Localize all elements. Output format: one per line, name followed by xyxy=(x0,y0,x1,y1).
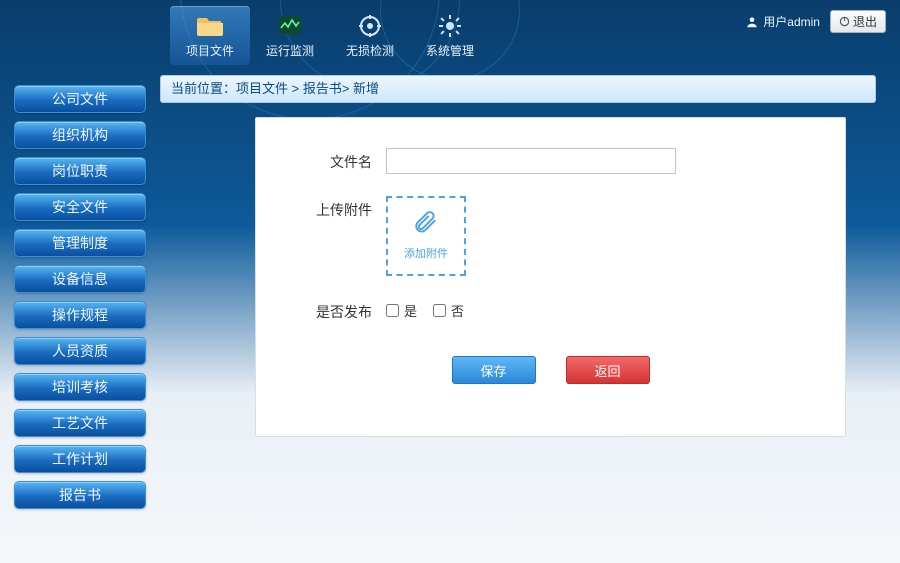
sidebar-item-company-files[interactable]: 公司文件 xyxy=(14,85,146,113)
user-label: 用户admin xyxy=(745,13,820,30)
sidebar-item-process-files[interactable]: 工艺文件 xyxy=(14,409,146,437)
back-button[interactable]: 返回 xyxy=(566,356,650,384)
top-nav-system-manage[interactable]: 系统管理 xyxy=(410,6,490,65)
top-nav-project-files[interactable]: 项目文件 xyxy=(170,6,250,65)
sidebar-item-management-rules[interactable]: 管理制度 xyxy=(14,229,146,257)
top-nav-label: 系统管理 xyxy=(426,42,474,59)
publish-no-option[interactable]: 否 xyxy=(433,301,464,320)
sidebar-item-report[interactable]: 报告书 xyxy=(14,481,146,509)
publish-label: 是否发布 xyxy=(296,298,386,322)
top-nav-label: 无损检测 xyxy=(346,42,394,59)
upload-label: 上传附件 xyxy=(296,196,386,220)
sidebar-item-safety-files[interactable]: 安全文件 xyxy=(14,193,146,221)
top-nav-label: 运行监测 xyxy=(266,42,314,59)
sidebar-item-job-duties[interactable]: 岗位职责 xyxy=(14,157,146,185)
upload-attachment-box[interactable]: 添加附件 xyxy=(386,196,466,276)
sidebar-item-equipment-info[interactable]: 设备信息 xyxy=(14,265,146,293)
top-nav: 项目文件 运行监测 无损检测 系统管理 xyxy=(170,6,490,65)
folder-icon xyxy=(196,14,224,38)
user-icon xyxy=(745,15,759,29)
sidebar: 公司文件 组织机构 岗位职责 安全文件 管理制度 设备信息 操作规程 人员资质 … xyxy=(0,75,160,563)
sidebar-item-personnel-qualification[interactable]: 人员资质 xyxy=(14,337,146,365)
header: 项目文件 运行监测 无损检测 系统管理 用户admin 退出 xyxy=(0,0,900,70)
power-icon xyxy=(839,16,850,27)
action-row: 保存 返回 xyxy=(296,356,805,384)
publish-yes-checkbox[interactable] xyxy=(386,304,399,317)
target-icon xyxy=(356,14,384,38)
monitor-icon xyxy=(276,14,304,38)
publish-no-checkbox[interactable] xyxy=(433,304,446,317)
top-nav-operation-monitor[interactable]: 运行监测 xyxy=(250,6,330,65)
gear-icon xyxy=(436,14,464,38)
publish-yes-option[interactable]: 是 xyxy=(386,301,417,320)
user-area: 用户admin 退出 xyxy=(745,10,886,33)
paperclip-icon xyxy=(413,211,439,237)
filename-input[interactable] xyxy=(386,148,676,174)
form-panel: 文件名 上传附件 添加附件 是否发布 是 xyxy=(255,117,846,437)
sidebar-item-org-structure[interactable]: 组织机构 xyxy=(14,121,146,149)
top-nav-ndt[interactable]: 无损检测 xyxy=(330,6,410,65)
main-content: 当前位置：项目文件 > 报告书> 新增 文件名 上传附件 添加附件 是否发布 xyxy=(160,75,900,563)
logout-button[interactable]: 退出 xyxy=(830,10,886,33)
publish-options: 是 否 xyxy=(386,298,464,320)
top-nav-label: 项目文件 xyxy=(186,42,234,59)
sidebar-item-training-assessment[interactable]: 培训考核 xyxy=(14,373,146,401)
upload-box-label: 添加附件 xyxy=(404,245,448,261)
filename-label: 文件名 xyxy=(296,148,386,172)
sidebar-item-work-plan[interactable]: 工作计划 xyxy=(14,445,146,473)
sidebar-item-operation-procedure[interactable]: 操作规程 xyxy=(14,301,146,329)
breadcrumb: 当前位置：项目文件 > 报告书> 新增 xyxy=(160,75,876,103)
save-button[interactable]: 保存 xyxy=(452,356,536,384)
